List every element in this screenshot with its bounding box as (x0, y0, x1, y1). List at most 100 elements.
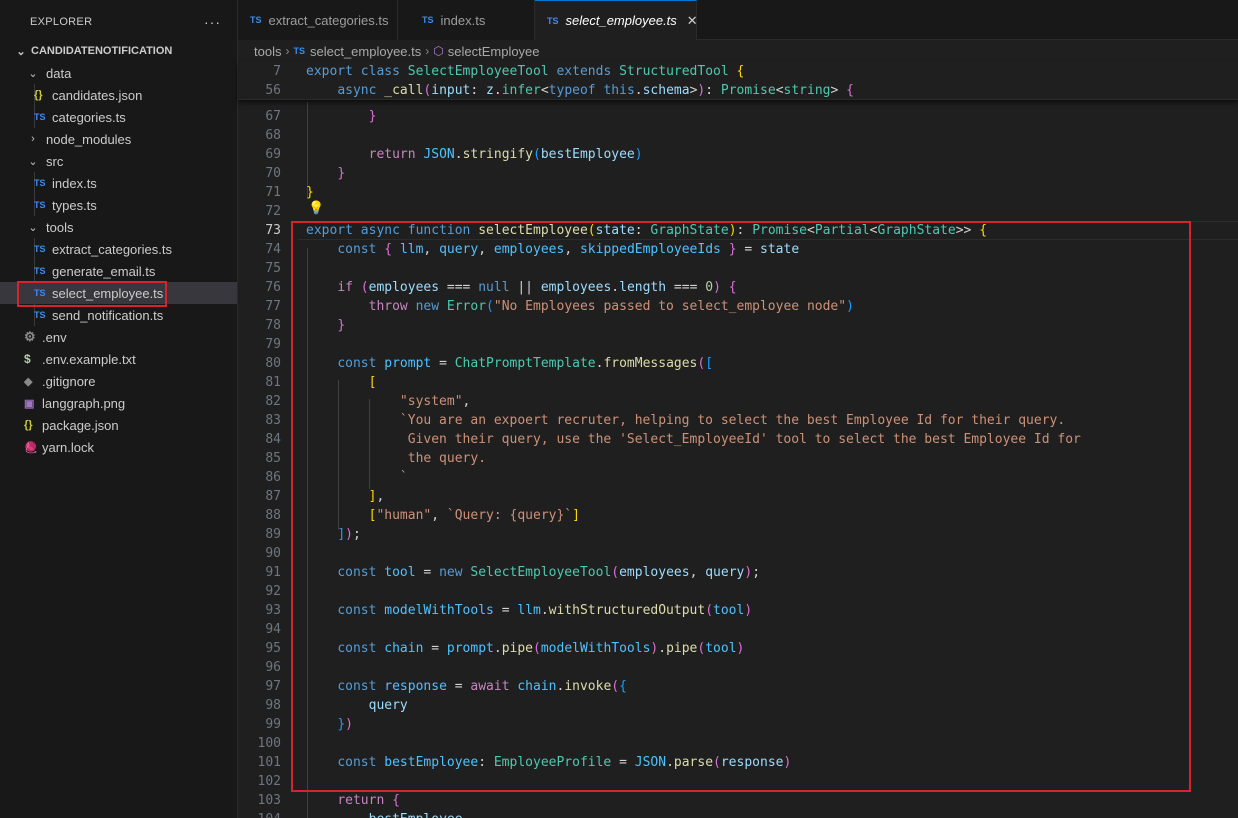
chevron-right-icon: › (425, 44, 430, 58)
ts-file-icon: TS (34, 200, 46, 210)
line-number: 82 (265, 394, 281, 409)
line-number: 96 (265, 660, 281, 675)
sidebar-item-label: data (46, 65, 72, 81)
ts-file-icon: TS (34, 112, 46, 122)
chevron-right-icon: › (285, 44, 290, 58)
line-number: 79 (265, 337, 281, 352)
explorer-header: EXPLORER ··· (0, 0, 237, 44)
chevron-down-icon: ⌄ (16, 45, 26, 58)
code-line-104: bestEmployee (306, 810, 463, 818)
sidebar-item-categories-ts[interactable]: TS categories.ts (0, 106, 237, 128)
line-number: 84 (265, 432, 281, 447)
tab-index[interactable]: TS index.ts (398, 0, 535, 40)
tab-select-employee[interactable]: TS select_employee.ts ✕ (535, 0, 698, 40)
close-icon[interactable]: ✕ (687, 13, 698, 29)
sidebar-item-label: generate_email.ts (52, 263, 156, 279)
sidebar-item-gitignore[interactable]: ◆ .gitignore (0, 370, 237, 392)
sidebar-item-extract-categories-ts[interactable]: TS extract_categories.ts (0, 238, 237, 260)
sidebar-item-label: src (46, 153, 64, 169)
line-number: 83 (265, 413, 281, 428)
line-number: 78 (265, 318, 281, 333)
breadcrumb-symbol[interactable]: selectEmployee (448, 44, 540, 59)
sidebar-item-langgraph-png[interactable]: ▣ langgraph.png (0, 392, 237, 414)
sidebar-item-label: send_notification.ts (52, 307, 164, 323)
settings-file-icon: ⚙ (24, 329, 36, 344)
chevron-down-icon: ⌄ (28, 221, 38, 234)
sidebar-item-env-example-txt[interactable]: $ .env.example.txt (0, 348, 237, 370)
sidebar-item-label: langgraph.png (42, 395, 126, 411)
line-number: 81 (265, 375, 281, 390)
editor-tabs: TS extract_categories.ts TS index.ts TS … (238, 0, 1238, 40)
breadcrumb: tools › TS select_employee.ts › ⬡ select… (238, 40, 1238, 62)
sidebar-item-label: .env (42, 329, 67, 345)
line-number: 87 (265, 489, 281, 504)
sidebar-item-label: index.ts (52, 175, 97, 191)
line-number: 103 (257, 793, 281, 808)
sidebar-item-tools[interactable]: ⌄ tools (0, 216, 237, 238)
line-number: 102 (257, 774, 281, 789)
code-editor[interactable]: 7 export class SelectEmployeeTool extend… (238, 62, 1238, 818)
breadcrumb-file[interactable]: select_employee.ts (310, 44, 421, 59)
tab-label: index.ts (440, 12, 486, 28)
sidebar-item-yarn-lock[interactable]: 🧶 yarn.lock (0, 436, 237, 458)
line-number: 99 (265, 717, 281, 732)
highlight-box (17, 281, 167, 307)
highlight-box (291, 221, 1191, 792)
line-number: 86 (265, 470, 281, 485)
image-file-icon: ▣ (24, 397, 35, 410)
line-number: 85 (265, 451, 281, 466)
ts-file-icon: TS (422, 15, 434, 25)
ts-file-icon: TS (34, 310, 46, 320)
json-file-icon: {} (34, 89, 43, 101)
env-file-icon: $ (24, 352, 31, 366)
sidebar-item-node-modules[interactable]: › node_modules (0, 128, 237, 150)
sidebar-item-label: categories.ts (52, 109, 126, 125)
tab-extract-categories[interactable]: TS extract_categories.ts (238, 0, 398, 40)
line-number: 80 (265, 356, 281, 371)
sidebar-item-label: node_modules (46, 131, 132, 147)
line-number: 90 (265, 546, 281, 561)
sidebar-item-package-json[interactable]: {} package.json (0, 414, 237, 436)
line-number: 89 (265, 527, 281, 542)
sidebar-item-data[interactable]: ⌄ data (0, 62, 237, 84)
sidebar-item-env[interactable]: ⚙ .env (0, 326, 237, 348)
sidebar-item-label: yarn.lock (42, 439, 95, 455)
line-number: 92 (265, 584, 281, 599)
code-line-7: export class SelectEmployeeTool extends … (306, 64, 745, 79)
sidebar-item-src[interactable]: ⌄ src (0, 150, 237, 172)
code-line-103: return { (337, 793, 400, 808)
line-number: 68 (265, 128, 281, 143)
sidebar-item-send-notification-ts[interactable]: TS send_notification.ts (0, 304, 237, 326)
ts-file-icon: TS (547, 15, 559, 26)
symbol-function-icon: ⬡ (433, 44, 444, 58)
gitignore-icon: ◆ (24, 375, 33, 388)
sidebar-item-label: types.ts (52, 197, 97, 213)
breadcrumb-folder[interactable]: tools (254, 44, 281, 59)
ts-file-icon: TS (250, 15, 262, 25)
sticky-scroll[interactable]: 7 export class SelectEmployeeTool extend… (238, 62, 1238, 100)
explorer-sidebar: EXPLORER ··· ⌄ CANDIDATENOTIFICATION ⌄ da… (0, 0, 238, 818)
chevron-right-icon: › (31, 133, 35, 145)
line-number: 101 (257, 755, 281, 770)
sidebar-item-candidates-json[interactable]: {} candidates.json (0, 84, 237, 106)
line-number: 98 (265, 698, 281, 713)
root-folder[interactable]: ⌄ CANDIDATENOTIFICATION (0, 40, 237, 62)
line-number: 77 (265, 299, 281, 314)
sidebar-item-generate-email-ts[interactable]: TS generate_email.ts (0, 260, 237, 282)
chevron-down-icon: ⌄ (28, 155, 38, 168)
more-actions-icon[interactable]: ··· (204, 14, 221, 30)
sidebar-item-label: .env.example.txt (42, 351, 136, 367)
line-number: 93 (265, 603, 281, 618)
sidebar-item-label: extract_categories.ts (52, 241, 172, 257)
sidebar-item-label: package.json (42, 417, 119, 433)
line-number: 88 (265, 508, 281, 523)
line-number: 67 (265, 109, 281, 124)
sidebar-item-types-ts[interactable]: TS types.ts (0, 194, 237, 216)
sidebar-item-index-ts[interactable]: TS index.ts (0, 172, 237, 194)
chevron-down-icon: ⌄ (28, 67, 38, 80)
lightbulb-icon[interactable]: 💡 (308, 201, 324, 216)
code-line-56: async _call(input: z.infer<typeof this.s… (337, 83, 854, 98)
line-number: 73 (265, 223, 281, 238)
yarn-icon: 🧶 (24, 441, 38, 454)
line-number: 94 (265, 622, 281, 637)
